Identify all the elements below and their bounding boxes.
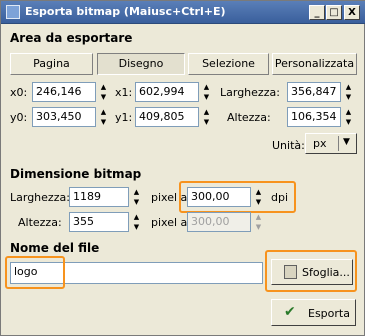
y0-spinner[interactable]: ▲ ▼ <box>98 107 109 127</box>
unit-select[interactable]: px ▼ <box>305 133 357 154</box>
spin-up-icon[interactable]: ▲ <box>131 212 142 222</box>
bitmap-height-input[interactable]: 355 <box>69 212 129 232</box>
spin-down-icon[interactable]: ▼ <box>201 117 212 127</box>
spin-up-icon[interactable]: ▲ <box>98 82 109 92</box>
window-title: Esporta bitmap (Maiusc+Ctrl+E) <box>25 5 226 18</box>
bitmap-width-spinner[interactable]: ▲ ▼ <box>131 187 142 207</box>
x0-spinner[interactable]: ▲ ▼ <box>98 82 109 102</box>
unit-value: px <box>313 137 327 150</box>
spin-down-icon[interactable]: ▼ <box>343 117 354 127</box>
bitmap-height-spinner[interactable]: ▲ ▼ <box>131 212 142 232</box>
larghezza-input[interactable]: 356,847 <box>287 82 341 102</box>
minimize-button[interactable]: _ <box>309 5 325 20</box>
checkmark-icon: ✔ <box>284 304 296 320</box>
x0-label: x0: <box>10 86 28 99</box>
x0-input[interactable]: 246,146 <box>32 82 96 102</box>
spin-up-icon[interactable]: ▲ <box>343 107 354 117</box>
bitmap-height-label: Altezza: <box>18 216 62 229</box>
spin-up-icon[interactable]: ▲ <box>131 187 142 197</box>
spin-down-icon[interactable]: ▼ <box>131 222 142 232</box>
dpi-highlight <box>179 181 296 213</box>
larghezza-label: Larghezza: <box>220 86 280 99</box>
spin-up-icon[interactable]: ▲ <box>343 82 354 92</box>
filename-highlight <box>5 256 65 289</box>
tab-personalizzata-label: Personalizzata <box>274 57 355 70</box>
y0-input[interactable]: 303,450 <box>32 107 96 127</box>
export-bitmap-dialog: Esporta bitmap (Maiusc+Ctrl+E) _ □ X Are… <box>0 0 365 336</box>
chevron-down-icon: ▼ <box>343 137 350 147</box>
tab-disegno-label: Disegno <box>118 57 164 70</box>
dpi-y-spinner: ▲ ▼ <box>253 212 264 232</box>
title-bar[interactable]: Esporta bitmap (Maiusc+Ctrl+E) _ □ X <box>1 1 365 24</box>
tab-selezione[interactable]: Selezione <box>188 53 269 75</box>
area-heading: Area da esportare <box>10 31 133 45</box>
spin-up-icon[interactable]: ▲ <box>201 107 212 117</box>
tab-disegno[interactable]: Disegno <box>97 53 185 75</box>
spin-down-icon[interactable]: ▼ <box>343 92 354 102</box>
spin-down-icon[interactable]: ▼ <box>98 117 109 127</box>
larghezza-spinner[interactable]: ▲ ▼ <box>343 82 354 102</box>
x1-input[interactable]: 602,994 <box>135 82 199 102</box>
export-label: Esporta <box>308 307 350 320</box>
pixel-at-label-2: pixel a <box>151 216 188 229</box>
tab-pagina-label: Pagina <box>33 57 70 70</box>
browse-highlight <box>265 250 357 292</box>
unit-label: Unità: <box>272 139 305 152</box>
altezza-input[interactable]: 106,354 <box>287 107 341 127</box>
spin-up-icon: ▲ <box>255 213 262 221</box>
y1-input[interactable]: 409,805 <box>135 107 199 127</box>
unit-divider <box>338 136 339 151</box>
spin-up-icon[interactable]: ▲ <box>201 82 212 92</box>
app-icon <box>6 5 20 19</box>
spin-down-icon[interactable]: ▼ <box>201 92 212 102</box>
tab-personalizzata[interactable]: Personalizzata <box>272 53 357 75</box>
y0-label: y0: <box>10 111 28 124</box>
spin-down-icon[interactable]: ▼ <box>131 197 142 207</box>
altezza-spinner[interactable]: ▲ ▼ <box>343 107 354 127</box>
x1-label: x1: <box>115 86 133 99</box>
spin-down-icon: ▼ <box>255 223 262 231</box>
bitmap-width-label: Larghezza: <box>10 191 70 204</box>
export-button[interactable]: ✔ Esporta <box>271 299 356 326</box>
x1-spinner[interactable]: ▲ ▼ <box>201 82 212 102</box>
altezza-label: Altezza: <box>227 111 271 124</box>
y1-label: y1: <box>115 111 133 124</box>
file-heading: Nome del file <box>10 241 100 255</box>
spin-up-icon[interactable]: ▲ <box>98 107 109 117</box>
y1-spinner[interactable]: ▲ ▼ <box>201 107 212 127</box>
maximize-button[interactable]: □ <box>326 5 342 20</box>
dpi-y-input: 300,00 <box>187 212 251 232</box>
spin-down-icon[interactable]: ▼ <box>98 92 109 102</box>
close-button[interactable]: X <box>344 5 360 20</box>
bitmap-heading: Dimensione bitmap <box>10 167 142 181</box>
tab-pagina[interactable]: Pagina <box>10 53 93 75</box>
tab-selezione-label: Selezione <box>202 57 255 70</box>
bitmap-width-input[interactable]: 1189 <box>69 187 129 207</box>
